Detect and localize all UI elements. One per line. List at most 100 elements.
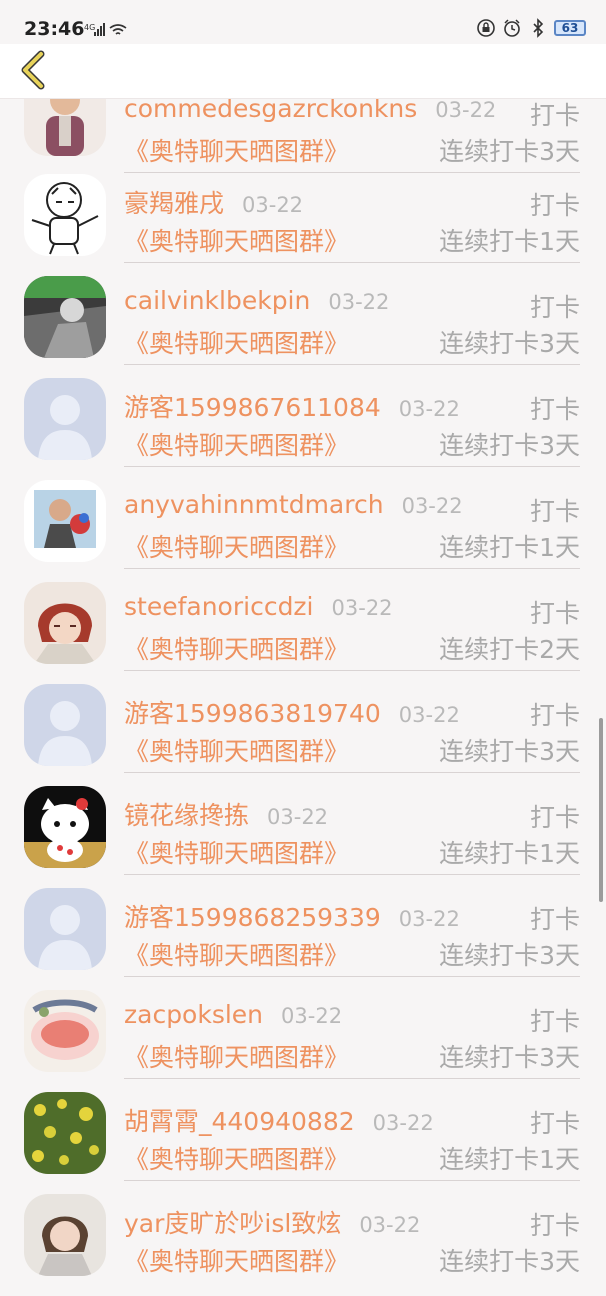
user-name: steefanoriccdzi 03-22 (124, 592, 393, 621)
group-name[interactable]: 《奥特聊天晒图群》 (124, 426, 349, 462)
alarm-icon (504, 19, 520, 37)
list-item[interactable]: anyvahinnmtdmarch 03-22 打卡 《奥特聊天晒图群》 连续打卡… (0, 480, 606, 582)
checkin-label: 打卡 (529, 1109, 580, 1138)
default-avatar[interactable] (24, 888, 106, 970)
user-name: 镜花缘搀拣 03-22 (124, 801, 329, 830)
checkin-label: 打卡 (529, 191, 580, 220)
divider (124, 772, 580, 773)
cat-avatar[interactable] (24, 786, 106, 868)
divider (124, 364, 580, 365)
group-name[interactable]: 《奥特聊天晒图群》 (124, 834, 349, 870)
back-button[interactable] (14, 48, 50, 92)
bluetooth-icon (533, 18, 544, 38)
list-item[interactable]: 游客1599863819740 03-22 打卡 《奥特聊天晒图群》 连续打卡3天 (0, 684, 606, 786)
group-name[interactable]: 《奥特聊天晒图群》 (124, 1242, 349, 1278)
streak-text: 连续打卡3天 (439, 737, 580, 766)
streak-text: 连续打卡3天 (439, 431, 580, 460)
checkin-date: 03-22 (242, 193, 304, 217)
group-name[interactable]: 《奥特聊天晒图群》 (124, 1140, 349, 1176)
checkin-date: 03-22 (267, 805, 329, 829)
checkin-label: 打卡 (529, 599, 580, 628)
checkin-label: 打卡 (529, 293, 580, 322)
user-name: cailvinklbekpin 03-22 (124, 286, 390, 315)
checkin-label: 打卡 (529, 803, 580, 832)
divider (124, 172, 580, 173)
streak-text: 连续打卡1天 (439, 533, 580, 562)
group-name[interactable]: 《奥特聊天晒图群》 (124, 732, 349, 768)
lock-icon (477, 19, 495, 37)
user-name: 游客1599868259339 03-22 (124, 903, 460, 932)
checkin-date: 03-22 (328, 290, 390, 314)
checkin-date: 03-22 (331, 596, 393, 620)
checkin-date: 03-22 (398, 907, 460, 931)
streak-text: 连续打卡2天 (439, 635, 580, 664)
streak-text: 连续打卡3天 (439, 137, 580, 166)
divider (124, 262, 580, 263)
photo-avatar[interactable] (24, 480, 106, 562)
checkin-label: 打卡 (529, 1007, 580, 1036)
status-time: 23:46 (24, 18, 85, 40)
user-name: 胡霄霄_440940882 03-22 (124, 1107, 434, 1136)
user-name: 游客1599867611084 03-22 (124, 393, 460, 422)
list-item[interactable]: cailvinklbekpin 03-22 打卡 《奥特聊天晒图群》 连续打卡3天 (0, 276, 606, 378)
child-avatar[interactable] (24, 1194, 106, 1276)
divider (124, 568, 580, 569)
divider (124, 874, 580, 875)
food-avatar[interactable] (24, 990, 106, 1072)
checkin-label: 打卡 (529, 497, 580, 526)
checkin-date: 03-22 (281, 1004, 343, 1028)
group-name[interactable]: 《奥特聊天晒图群》 (124, 324, 349, 360)
user-name: anyvahinnmtdmarch 03-22 (124, 490, 463, 519)
streak-text: 连续打卡3天 (439, 329, 580, 358)
list-item[interactable]: zacpokslen 03-22 打卡 《奥特聊天晒图群》 连续打卡3天 (0, 990, 606, 1092)
user-name: yar庋旷於吵isl致炫 03-22 (124, 1209, 421, 1238)
divider (124, 670, 580, 671)
checkin-label: 打卡 (529, 905, 580, 934)
divider (124, 1180, 580, 1181)
chevron-left-icon (21, 50, 45, 90)
streak-text: 连续打卡1天 (439, 227, 580, 256)
list-item[interactable]: steefanoriccdzi 03-22 打卡 《奥特聊天晒图群》 连续打卡2天 (0, 582, 606, 684)
tiger-sketch-avatar[interactable] (24, 174, 106, 256)
checkin-label: 打卡 (529, 101, 580, 130)
checkin-date: 03-22 (401, 494, 463, 518)
scrollbar[interactable] (599, 718, 603, 902)
streak-text: 连续打卡1天 (439, 839, 580, 868)
network-icon: 4G (84, 22, 136, 41)
group-name[interactable]: 《奥特聊天晒图群》 (124, 1038, 349, 1074)
checkin-date: 03-22 (398, 397, 460, 421)
group-name[interactable]: 《奥特聊天晒图群》 (124, 528, 349, 564)
group-name[interactable]: 《奥特聊天晒图群》 (124, 132, 349, 168)
streak-text: 连续打卡3天 (439, 1043, 580, 1072)
list-item[interactable]: 镜花缘搀拣 03-22 打卡 《奥特聊天晒图群》 连续打卡1天 (0, 786, 606, 888)
user-name: 豪羯雅戌 03-22 (124, 189, 304, 218)
streak-text: 连续打卡3天 (439, 1247, 580, 1276)
user-name: 游客1599863819740 03-22 (124, 699, 460, 728)
group-name[interactable]: 《奥特聊天晒图群》 (124, 222, 349, 258)
photo-avatar[interactable] (24, 276, 106, 358)
top-toolbar (0, 44, 606, 99)
battery-icon: 63 (554, 20, 586, 36)
checkin-label: 打卡 (529, 701, 580, 730)
anime-avatar[interactable] (24, 582, 106, 664)
list-item[interactable]: commedesgazrckonkns 03-22 打卡 《奥特聊天晒图群》 连续… (0, 74, 606, 186)
streak-text: 连续打卡1天 (439, 1145, 580, 1174)
divider (124, 976, 580, 977)
checkin-date: 03-22 (435, 98, 497, 122)
checkin-label: 打卡 (529, 395, 580, 424)
list-item[interactable]: 游客1599868259339 03-22 打卡 《奥特聊天晒图群》 连续打卡3天 (0, 888, 606, 990)
divider (124, 466, 580, 467)
status-icons: 63 (476, 18, 586, 38)
streak-text: 连续打卡3天 (439, 941, 580, 970)
default-avatar[interactable] (24, 378, 106, 460)
list-item[interactable]: yar庋旷於吵isl致炫 03-22 打卡 《奥特聊天晒图群》 连续打卡3天 (0, 1194, 606, 1296)
group-name[interactable]: 《奥特聊天晒图群》 (124, 936, 349, 972)
list-item[interactable]: 豪羯雅戌 03-22 打卡 《奥特聊天晒图群》 连续打卡1天 (0, 174, 606, 276)
group-name[interactable]: 《奥特聊天晒图群》 (124, 630, 349, 666)
default-avatar[interactable] (24, 684, 106, 766)
flowers-avatar[interactable] (24, 1092, 106, 1174)
list-item[interactable]: 胡霄霄_440940882 03-22 打卡 《奥特聊天晒图群》 连续打卡1天 (0, 1092, 606, 1194)
list-item[interactable]: 游客1599867611084 03-22 打卡 《奥特聊天晒图群》 连续打卡3天 (0, 378, 606, 480)
network-type-label: 4G (84, 23, 95, 32)
checkin-label: 打卡 (529, 1211, 580, 1240)
